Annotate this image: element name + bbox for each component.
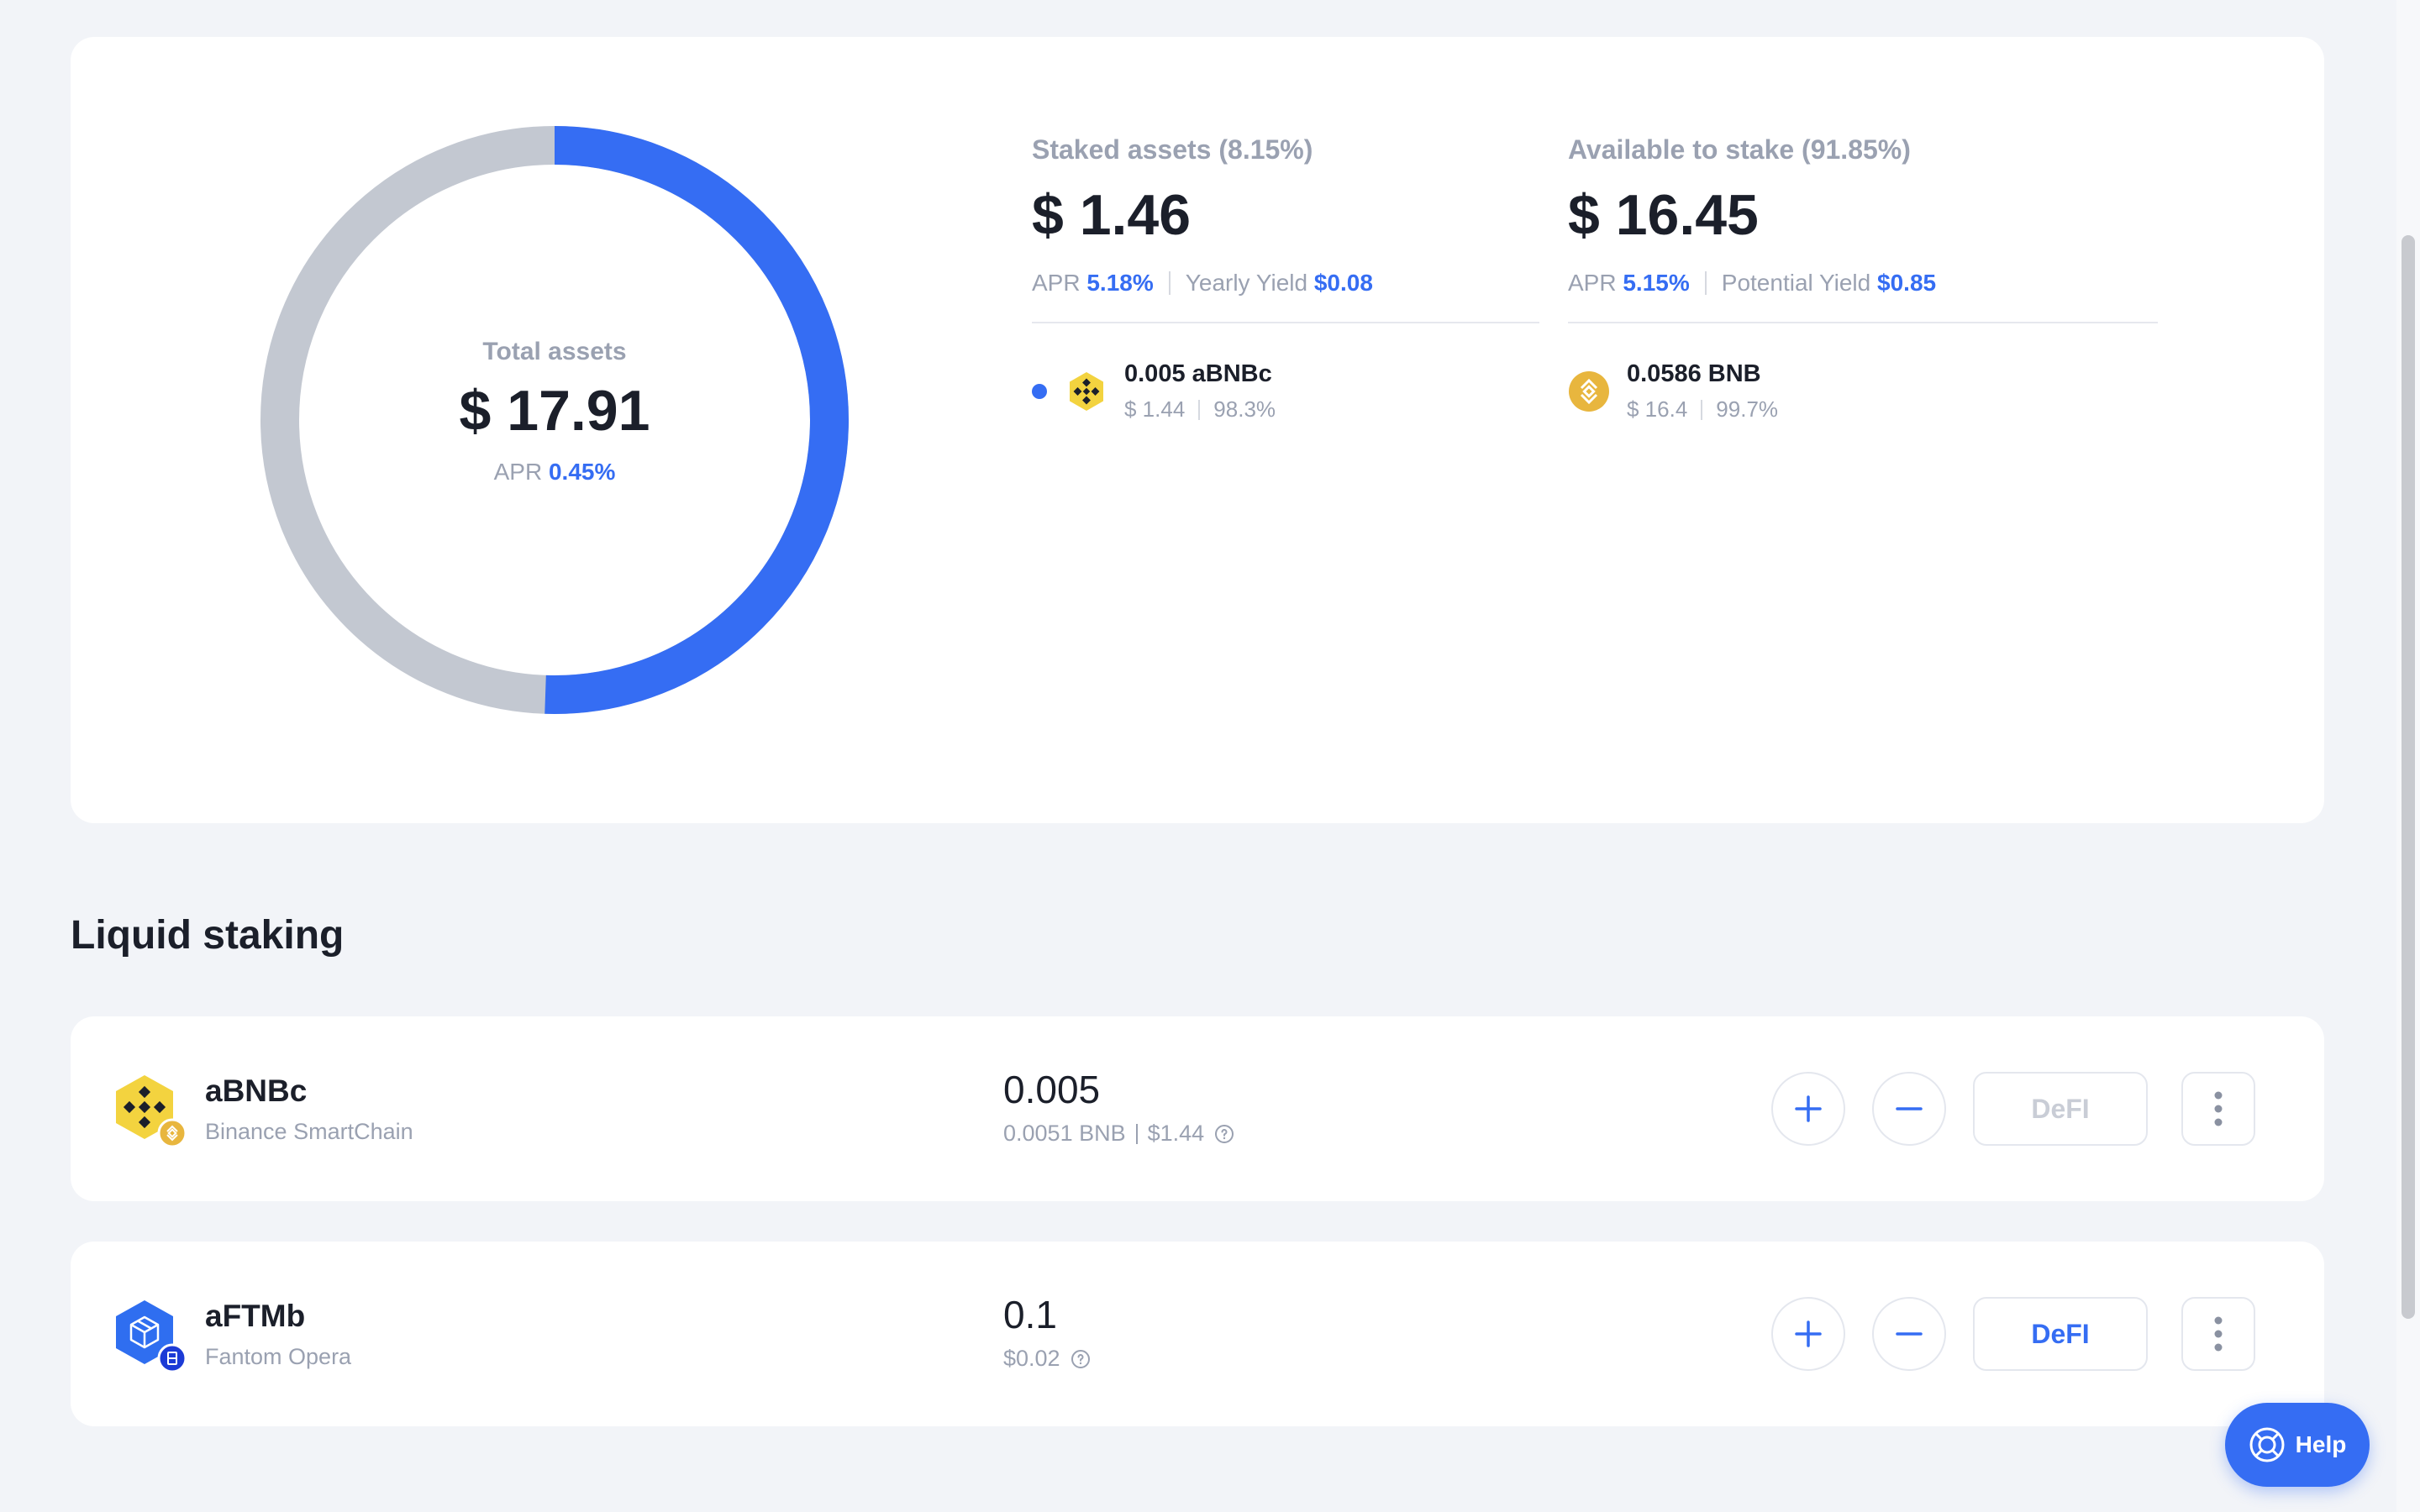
token-row-abnbc: aBNBc Binance SmartChain 0.005 0.0051 BN… <box>71 1016 2324 1201</box>
assets-summary-card: Total assets $ 17.91 APR 0.45% Staked as… <box>71 37 2324 823</box>
staked-yield-value: $0.08 <box>1313 270 1373 296</box>
page: Total assets $ 17.91 APR 0.45% Staked as… <box>0 0 2420 1512</box>
more-options-button[interactable] <box>2181 1297 2255 1371</box>
info-icon[interactable] <box>1071 1349 1091 1369</box>
total-assets-value: $ 17.91 <box>459 379 650 443</box>
section-title-liquid-staking: Liquid staking <box>71 913 345 958</box>
available-assets-meta: APR 5.15% Potential Yield $0.85 <box>1568 270 2158 297</box>
stake-button[interactable] <box>1771 1297 1845 1371</box>
divider <box>1032 322 1539 323</box>
staked-assets-meta: APR 5.18% Yearly Yield $0.08 <box>1032 270 1539 297</box>
defi-button[interactable]: DeFI <box>1973 1297 2148 1371</box>
staked-apr-label: APR <box>1032 270 1081 296</box>
meta-separator <box>1135 1123 1138 1144</box>
staked-asset-share: 98.3% <box>1213 396 1276 422</box>
staked-asset-amount: 0.005 aBNBc <box>1124 360 1272 387</box>
meta-separator <box>1168 271 1171 295</box>
token-chain: Fantom Opera <box>205 1344 352 1369</box>
scrollbar-thumb[interactable] <box>2402 235 2415 1319</box>
available-apr-value: 5.15% <box>1623 270 1690 296</box>
total-apr-value: 0.45% <box>548 459 616 485</box>
available-assets-column: Available to stake (91.85%) $ 16.45 APR … <box>1568 134 2158 423</box>
token-sub: 0.0051 BNB $1.44 <box>1003 1121 1234 1147</box>
available-asset-info: 0.0586 BNB $ 16.4 99.7% <box>1627 360 1778 423</box>
available-asset-amount: 0.0586 BNB <box>1627 360 1761 387</box>
meta-separator <box>1704 271 1707 295</box>
available-yield-value: $0.85 <box>1877 270 1937 296</box>
token-amount: 0.005 <box>1003 1068 1101 1111</box>
total-apr-label: APR <box>493 459 543 485</box>
staked-asset-info: 0.005 aBNBc $ 1.44 98.3% <box>1124 360 1276 423</box>
staked-apr-value: 5.18% <box>1086 270 1154 296</box>
unstake-button[interactable] <box>1872 1072 1946 1146</box>
token-usd-amount: $1.44 <box>1147 1121 1205 1146</box>
available-apr-label: APR <box>1568 270 1617 296</box>
help-button[interactable]: Help <box>2225 1403 2370 1487</box>
more-vertical-icon <box>2214 1316 2223 1352</box>
minus-icon <box>1896 1332 1923 1336</box>
info-icon[interactable] <box>1214 1124 1234 1144</box>
total-assets-label: Total assets <box>482 338 627 365</box>
available-asset-usd: $ 16.4 <box>1627 396 1688 422</box>
token-chain: Binance SmartChain <box>205 1119 413 1144</box>
minus-icon <box>1896 1107 1923 1110</box>
bnb-icon <box>1569 371 1609 412</box>
more-options-button[interactable] <box>2181 1072 2255 1146</box>
abnbc-icon <box>116 1075 187 1147</box>
available-asset-sub: $ 16.4 99.7% <box>1627 396 1778 423</box>
staked-asset-sub: $ 1.44 98.3% <box>1124 396 1276 423</box>
token-name: aFTMb <box>205 1299 306 1333</box>
token-sub: $0.02 <box>1003 1346 1091 1372</box>
token-row-aftmb: aFTMb Fantom Opera 0.1 $0.02 DeFI <box>71 1242 2324 1426</box>
plus-icon <box>1795 1320 1822 1347</box>
staked-assets-value: $ 1.46 <box>1032 183 1192 247</box>
meta-separator <box>1701 399 1703 420</box>
token-name: aBNBc <box>205 1074 308 1108</box>
available-asset-row: 0.0586 BNB $ 16.4 99.7% <box>1568 360 2158 423</box>
stake-button[interactable] <box>1771 1072 1845 1146</box>
abnbc-icon <box>1070 372 1103 411</box>
staked-yield-label: Yearly Yield <box>1185 270 1308 296</box>
available-asset-share: 99.7% <box>1716 396 1779 422</box>
staked-assets-column: Staked assets (8.15%) $ 1.46 APR 5.18% Y… <box>1032 134 1539 423</box>
staked-asset-row: 0.005 aBNBc $ 1.44 98.3% <box>1032 360 1539 423</box>
plus-icon <box>1795 1095 1822 1122</box>
lifebuoy-icon <box>2249 1427 2285 1462</box>
more-vertical-icon <box>2214 1091 2223 1126</box>
available-assets-value: $ 16.45 <box>1568 183 1759 247</box>
defi-button[interactable]: DeFI <box>1973 1072 2148 1146</box>
aftmb-icon <box>116 1300 187 1373</box>
token-native-amount: 0.0051 BNB <box>1003 1121 1126 1146</box>
unstake-button[interactable] <box>1872 1297 1946 1371</box>
divider <box>1568 322 2158 323</box>
staked-assets-title: Staked assets (8.15%) <box>1032 134 1313 165</box>
available-assets-title: Available to stake (91.85%) <box>1568 134 1911 165</box>
staked-asset-usd: $ 1.44 <box>1124 396 1186 422</box>
available-yield-label: Potential Yield <box>1721 270 1871 296</box>
total-apr: APR 0.45% <box>494 459 616 486</box>
token-amount: 0.1 <box>1003 1293 1057 1336</box>
help-label: Help <box>2295 1431 2347 1457</box>
token-usd-amount: $0.02 <box>1003 1346 1060 1371</box>
staked-legend-dot <box>1032 384 1047 399</box>
donut-center: Total assets $ 17.91 APR 0.45% <box>260 126 849 714</box>
meta-separator <box>1198 399 1201 420</box>
